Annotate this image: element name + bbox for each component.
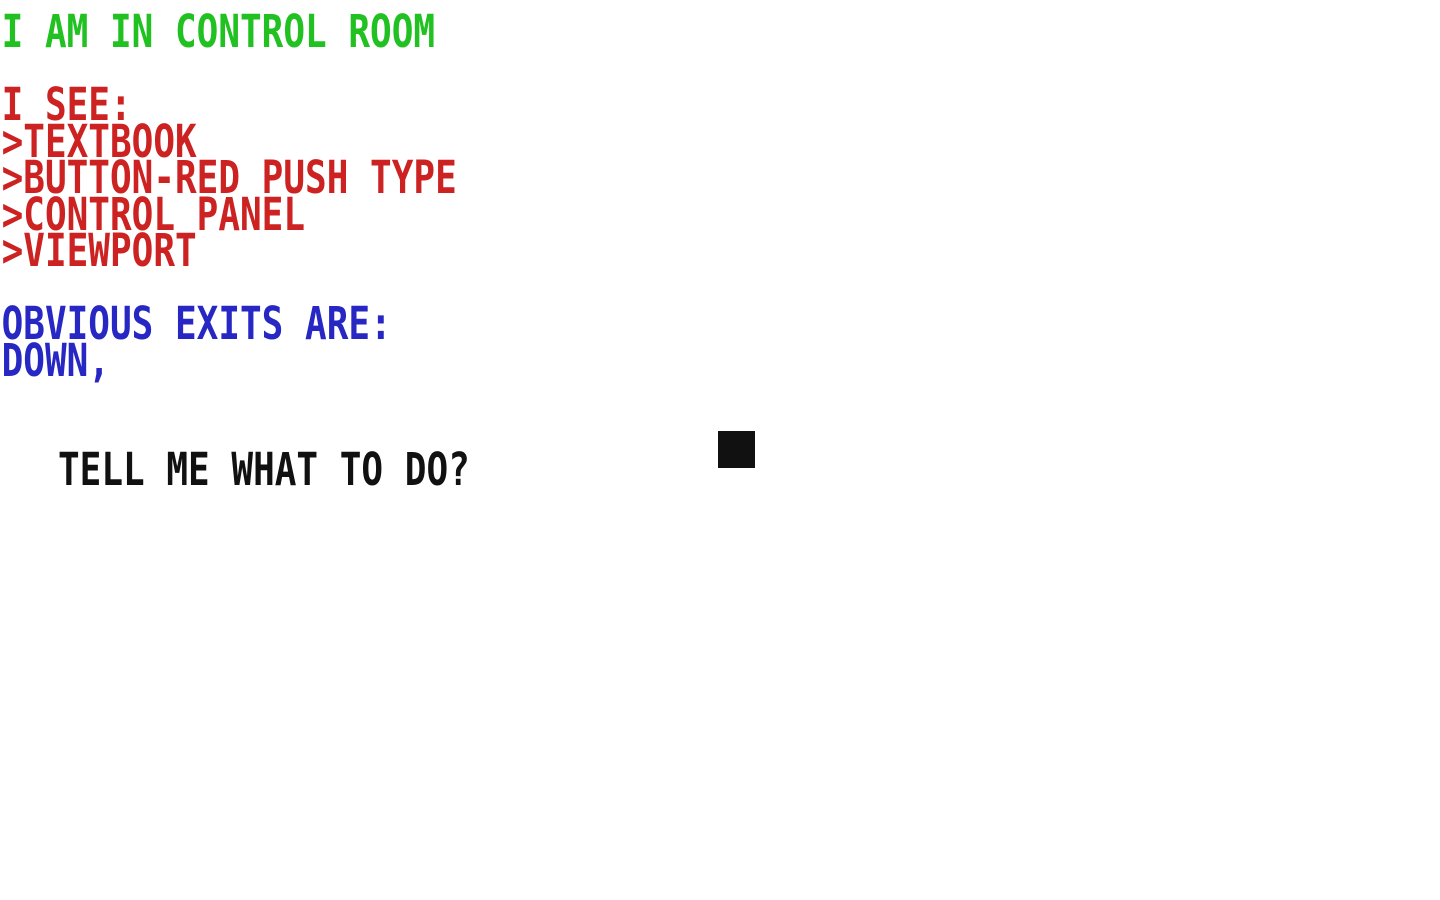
- obvious-exits-label: OBVIOUS EXITS ARE:: [1, 297, 392, 350]
- item-entry-viewport[interactable]: >VIEWPORT: [0, 228, 1152, 272]
- terminal-text-area: I AM IN CONTROL ROOM I SEE: >TEXTBOOK >B…: [0, 5, 1440, 491]
- exits-list[interactable]: DOWN,: [0, 338, 1152, 382]
- adventure-game-screen: I AM IN CONTROL ROOM I SEE: >TEXTBOOK >B…: [0, 0, 1440, 900]
- spacer-line-1: [0, 51, 1152, 88]
- spacer-line-3: [0, 379, 1152, 416]
- room-heading: I AM IN CONTROL ROOM: [1, 5, 436, 58]
- block-cursor-icon: [718, 431, 755, 468]
- command-prompt-label: TELL ME WHAT TO DO?: [57, 443, 492, 496]
